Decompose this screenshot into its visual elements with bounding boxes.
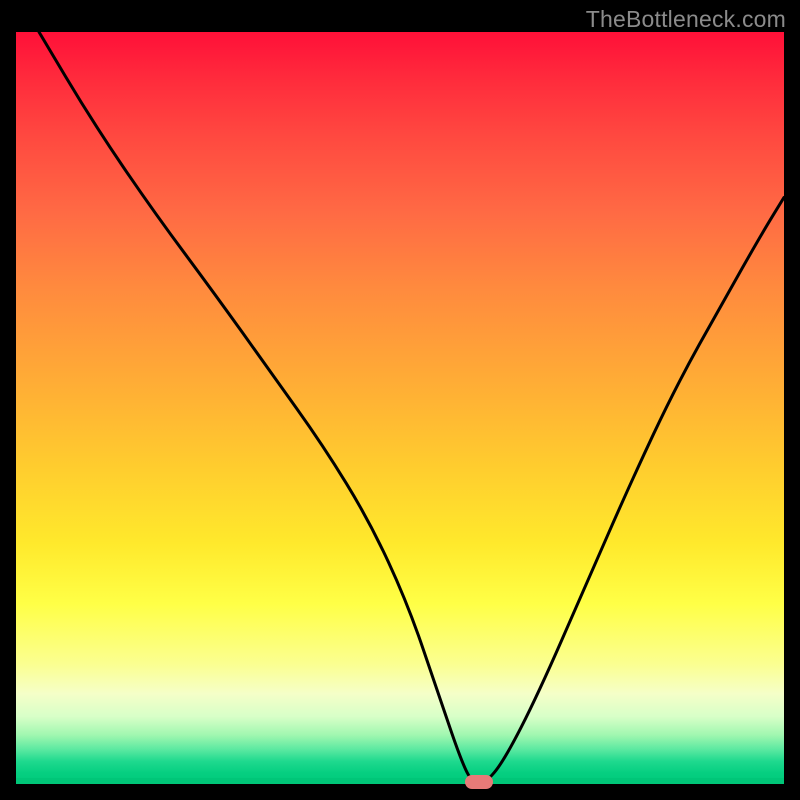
bottleneck-curve [16, 32, 784, 784]
chart-frame: TheBottleneck.com [0, 0, 800, 800]
watermark-text: TheBottleneck.com [586, 6, 786, 33]
plot-area [16, 32, 784, 784]
baseline [16, 778, 784, 784]
optimal-marker [465, 775, 493, 789]
